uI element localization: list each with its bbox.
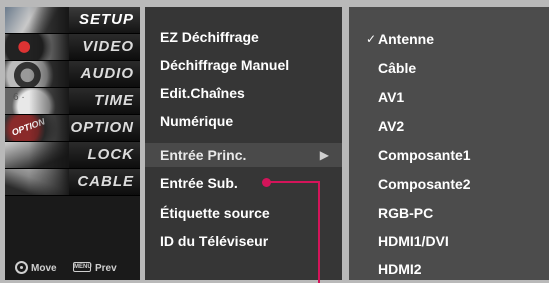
submenu-item-label: Étiquette source bbox=[160, 205, 270, 221]
submenu-item-label: Edit.Chaînes bbox=[160, 85, 245, 101]
prev-hint: Prev bbox=[95, 263, 117, 274]
submenu-item-label: Entrée Sub. bbox=[160, 175, 238, 191]
category-label: AUDIO bbox=[80, 65, 134, 82]
submenu-item-id-televiseur[interactable]: ID du Téléviseur bbox=[145, 229, 342, 253]
satellite-dish-icon bbox=[5, 7, 69, 33]
submenu-item-label: Numérique bbox=[160, 113, 234, 129]
category-setup[interactable]: SETUP bbox=[5, 7, 140, 34]
submenu-item-label: Déchiffrage Manuel bbox=[160, 57, 290, 73]
key-legend: Move MENU Prev bbox=[5, 257, 140, 279]
move-hint: Move bbox=[31, 263, 57, 274]
option-label: Composante2 bbox=[378, 176, 471, 192]
option-hdmi1-dvi[interactable]: HDMI1/DVI bbox=[349, 229, 549, 253]
navigation-pad-icon bbox=[15, 261, 28, 274]
category-sidebar: SETUP VIDEO AUDIO 6 · TIME OPTION OPTION… bbox=[5, 7, 140, 280]
category-cable[interactable]: CABLE bbox=[5, 169, 140, 196]
option-label: HDMI1/DVI bbox=[378, 233, 449, 249]
tv-osd-menu: SETUP VIDEO AUDIO 6 · TIME OPTION OPTION… bbox=[0, 0, 549, 283]
submenu-item-label: EZ Déchiffrage bbox=[160, 29, 259, 45]
option-label: AV1 bbox=[378, 89, 405, 105]
input-options-list: ✓ Antenne Câble AV1 AV2 Composante1 Comp… bbox=[349, 7, 549, 280]
submenu-item-ez-dechiffrage[interactable]: EZ Déchiffrage bbox=[145, 25, 342, 49]
submenu-item-label: Entrée Princ. bbox=[160, 147, 247, 163]
option-hdmi2[interactable]: HDMI2 bbox=[349, 257, 549, 281]
option-antenne[interactable]: ✓ Antenne bbox=[349, 27, 549, 51]
option-av1[interactable]: AV1 bbox=[349, 85, 549, 109]
option-label: AV2 bbox=[378, 118, 405, 134]
callout-line bbox=[266, 181, 320, 183]
category-label: VIDEO bbox=[82, 38, 134, 55]
category-audio[interactable]: AUDIO bbox=[5, 61, 140, 88]
submenu-item-dechiffrage-manuel[interactable]: Déchiffrage Manuel bbox=[145, 53, 342, 77]
option-composante1[interactable]: Composante1 bbox=[349, 143, 549, 167]
submenu-item-etiquette-source[interactable]: Étiquette source bbox=[145, 201, 342, 225]
callout-line bbox=[318, 181, 320, 283]
submenu-item-entree-sub[interactable]: Entrée Sub. bbox=[145, 171, 342, 195]
option-badge: OPTION bbox=[10, 116, 47, 138]
category-video[interactable]: VIDEO bbox=[5, 34, 140, 61]
option-icon: OPTION bbox=[5, 115, 69, 141]
cable-icon bbox=[5, 169, 69, 195]
submenu-item-label: ID du Téléviseur bbox=[160, 233, 269, 249]
option-rgb-pc[interactable]: RGB-PC bbox=[349, 201, 549, 225]
film-reel-icon bbox=[5, 34, 69, 60]
submenu-item-numerique[interactable]: Numérique bbox=[145, 109, 342, 133]
category-lock[interactable]: LOCK bbox=[5, 142, 140, 169]
option-label: Câble bbox=[378, 60, 417, 76]
right-arrow-icon: ▶ bbox=[319, 148, 329, 162]
speaker-icon bbox=[5, 61, 69, 87]
submenu-item-entree-princ[interactable]: Entrée Princ. ▶ bbox=[145, 143, 342, 167]
option-label: HDMI2 bbox=[378, 261, 422, 277]
setup-submenu: EZ Déchiffrage Déchiffrage Manuel Edit.C… bbox=[145, 7, 342, 280]
option-label: Antenne bbox=[378, 31, 434, 47]
option-av2[interactable]: AV2 bbox=[349, 114, 549, 138]
category-label: OPTION bbox=[70, 119, 134, 136]
menu-key-icon: MENU bbox=[73, 262, 92, 272]
padlock-icon bbox=[5, 142, 69, 168]
option-composante2[interactable]: Composante2 bbox=[349, 172, 549, 196]
option-label: RGB-PC bbox=[378, 205, 434, 221]
submenu-item-edit-chaines[interactable]: Edit.Chaînes bbox=[145, 81, 342, 105]
category-label: TIME bbox=[94, 92, 134, 109]
clock-icon: 6 · bbox=[5, 88, 69, 114]
option-cable[interactable]: Câble bbox=[349, 56, 549, 80]
option-label: Composante1 bbox=[378, 147, 471, 163]
category-label: LOCK bbox=[87, 146, 134, 163]
category-time[interactable]: 6 · TIME bbox=[5, 88, 140, 115]
checkmark-icon: ✓ bbox=[366, 32, 377, 46]
category-label: CABLE bbox=[77, 173, 134, 190]
clock-face: 6 · bbox=[13, 92, 25, 103]
category-option[interactable]: OPTION OPTION bbox=[5, 115, 140, 142]
category-label: SETUP bbox=[78, 11, 134, 28]
